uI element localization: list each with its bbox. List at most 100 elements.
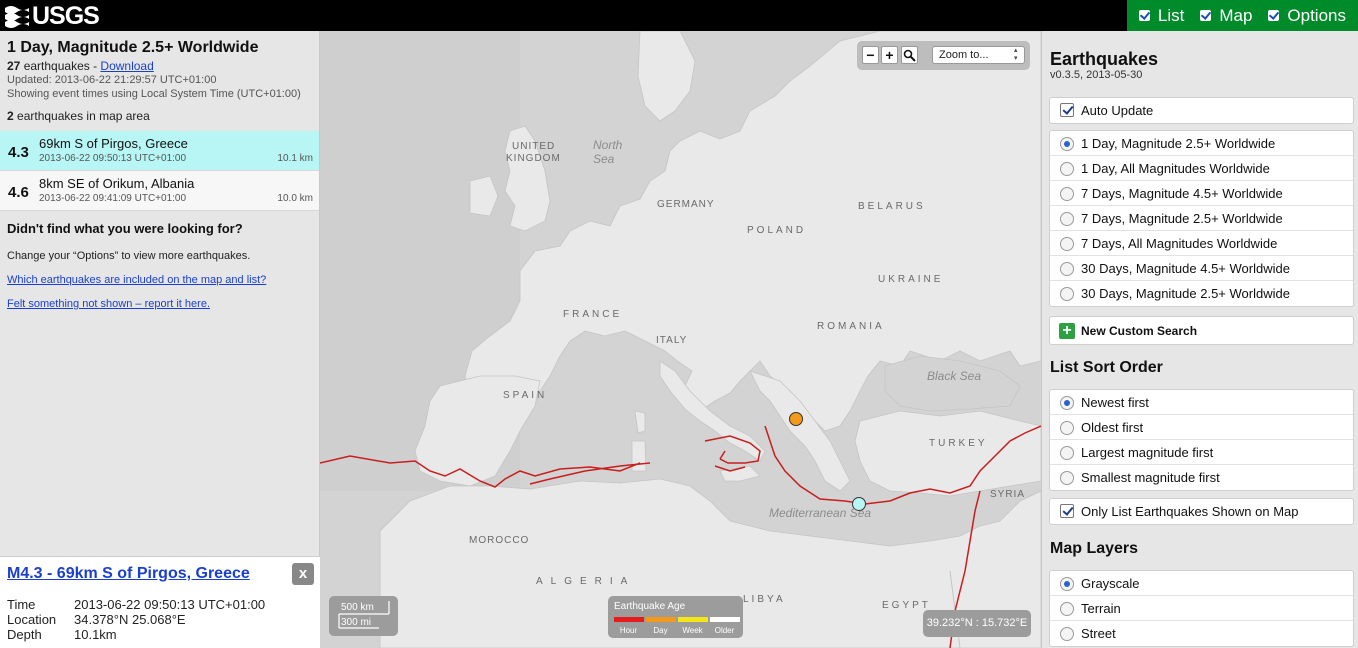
detail-time-label: Time — [7, 597, 36, 612]
eq-place: 69km S of Pirgos, Greece — [39, 136, 188, 151]
earthquake-age-legend: Earthquake Age Hour Day Week Older — [608, 596, 743, 638]
map-layers-heading: Map Layers — [1050, 540, 1139, 557]
detail-location-label: Location — [7, 612, 57, 627]
detail-depth-row: Depth 10.1km — [7, 627, 117, 642]
layer-option-label: Terrain — [1081, 601, 1121, 616]
sort-option[interactable]: Smallest magnitude first — [1050, 465, 1353, 490]
detail-depth-value: 10.1km — [74, 627, 117, 642]
radio-icon — [1060, 287, 1074, 301]
plus-icon: + — [1059, 323, 1075, 339]
map-label-syria: SYRIA — [990, 489, 1026, 500]
legend-label-day: Day — [653, 626, 668, 635]
legend-swatch-older — [710, 617, 740, 622]
close-icon[interactable]: x — [292, 563, 314, 585]
radio-icon — [1060, 137, 1074, 151]
radio-icon — [1060, 396, 1074, 410]
auto-update-label: Auto Update — [1081, 103, 1154, 118]
tab-map-label: Map — [1219, 5, 1253, 25]
sort-option[interactable]: Largest magnitude first — [1050, 440, 1353, 465]
feed-option[interactable]: 30 Days, Magnitude 2.5+ Worldwide — [1050, 281, 1353, 306]
checkbox-icon — [1200, 10, 1212, 21]
usgs-logo[interactable]: USGS — [4, 1, 100, 30]
sort-option[interactable]: Newest first — [1050, 390, 1353, 415]
auto-update-option[interactable]: Auto Update — [1050, 98, 1353, 123]
zoom-in-button[interactable]: + — [881, 46, 898, 64]
new-search-group: + New Custom Search — [1049, 316, 1354, 345]
logo-text: USGS — [32, 1, 100, 30]
not-found-help: Didn't find what you were looking for? C… — [0, 211, 319, 310]
count-suffix: earthquakes - — [20, 59, 101, 73]
layer-option[interactable]: Terrain — [1050, 596, 1353, 621]
tab-options[interactable]: Options — [1268, 6, 1346, 26]
checkbox-icon — [1138, 10, 1150, 21]
eq-place: 8km SE of Orikum, Albania — [39, 176, 195, 191]
map-scale: 500 km 300 mi — [329, 596, 398, 636]
feed-option[interactable]: 1 Day, Magnitude 2.5+ Worldwide — [1050, 131, 1353, 156]
feed-options: 1 Day, Magnitude 2.5+ Worldwide 1 Day, A… — [1049, 130, 1354, 307]
feed-option[interactable]: 7 Days, Magnitude 2.5+ Worldwide — [1050, 206, 1353, 231]
detail-location-value: 34.378°N 25.068°E — [74, 612, 186, 627]
checkbox-icon — [1060, 504, 1074, 518]
sort-option-label: Newest first — [1081, 395, 1149, 410]
map-label-turkey: TURKEY — [929, 438, 988, 449]
earthquake-marker[interactable] — [789, 412, 803, 426]
map-label-poland: POLAND — [747, 225, 807, 236]
tab-map[interactable]: Map — [1200, 6, 1252, 26]
map-label-black-sea: Black Sea — [927, 369, 982, 383]
feed-option-label: 7 Days, Magnitude 2.5+ Worldwide — [1081, 211, 1283, 226]
options-title: Earthquakes — [1050, 49, 1159, 69]
zoom-to-select[interactable]: Zoom to... — [932, 46, 1025, 64]
new-custom-search-button[interactable]: + New Custom Search — [1050, 317, 1353, 344]
felt-report-link[interactable]: Felt something not shown – report it her… — [7, 298, 312, 310]
feed-option[interactable]: 7 Days, All Magnitudes Worldwide — [1050, 231, 1353, 256]
map-label-algeria: ALGERIA — [536, 576, 636, 587]
only-list-group: Only List Earthquakes Shown on Map — [1049, 498, 1354, 525]
tab-list[interactable]: List — [1138, 6, 1184, 26]
radio-icon — [1060, 212, 1074, 226]
radio-icon — [1060, 262, 1074, 276]
not-found-heading: Didn't find what you were looking for? — [7, 221, 243, 236]
radio-icon — [1060, 627, 1074, 641]
feed-option-label: 1 Day, Magnitude 2.5+ Worldwide — [1081, 136, 1276, 151]
only-list-option[interactable]: Only List Earthquakes Shown on Map — [1050, 499, 1353, 524]
turkey-landmass — [854, 410, 1041, 497]
sort-order-heading: List Sort Order — [1050, 359, 1163, 376]
radio-icon — [1060, 577, 1074, 591]
view-tabs: List Map Options — [1126, 0, 1358, 31]
map-area-count: 2 earthquakes in map area — [7, 109, 312, 123]
radio-icon — [1060, 162, 1074, 176]
included-earthquakes-link[interactable]: Which earthquakes are included on the ma… — [7, 274, 312, 286]
radio-icon — [1060, 471, 1074, 485]
sort-option[interactable]: Oldest first — [1050, 415, 1353, 440]
detail-title-link[interactable]: M4.3 - 69km S of Pirgos, Greece — [7, 565, 250, 583]
feed-title: 1 Day, Magnitude 2.5+ Worldwide — [7, 39, 259, 56]
zoom-out-button[interactable]: − — [862, 46, 879, 64]
eq-depth: 10.1 km — [277, 153, 313, 164]
map-layer-options: Grayscale Terrain Street — [1049, 570, 1354, 647]
download-link[interactable]: Download — [100, 59, 153, 73]
map-view[interactable]: UNITED KINGDOM North Sea GERMANY POLAND … — [320, 31, 1041, 648]
sort-options: Newest first Oldest first Largest magnit… — [1049, 389, 1354, 491]
legend-title: Earthquake Age — [614, 601, 686, 612]
feed-option[interactable]: 7 Days, Magnitude 4.5+ Worldwide — [1050, 181, 1353, 206]
tab-options-label: Options — [1287, 5, 1346, 25]
layer-option[interactable]: Street — [1050, 621, 1353, 646]
feed-option[interactable]: 30 Days, Magnitude 4.5+ Worldwide — [1050, 256, 1353, 281]
legend-label-hour: Hour — [619, 626, 638, 635]
map-label-ukraine: UKRAINE — [878, 274, 944, 285]
sort-option-label: Smallest magnitude first — [1081, 470, 1220, 485]
radio-icon — [1060, 446, 1074, 460]
feed-option[interactable]: 1 Day, All Magnitudes Worldwide — [1050, 156, 1353, 181]
list-item[interactable]: 4.6 8km SE of Orikum, Albania 2013-06-22… — [0, 171, 319, 211]
cursor-coordinates: 39.232°N : 15.732°E — [923, 610, 1031, 637]
radio-icon — [1060, 237, 1074, 251]
map-label-germany: GERMANY — [657, 199, 715, 210]
layer-option[interactable]: Grayscale — [1050, 571, 1353, 596]
time-note: Showing event times using Local System T… — [7, 88, 301, 100]
map-label-belarus: BELARUS — [858, 201, 926, 212]
layer-option-label: Grayscale — [1081, 576, 1140, 591]
magnifier-icon — [903, 49, 916, 62]
zoom-box-button[interactable] — [901, 46, 918, 64]
list-item[interactable]: 4.3 69km S of Pirgos, Greece 2013-06-22 … — [0, 131, 319, 171]
eq-magnitude: 4.3 — [8, 144, 29, 161]
